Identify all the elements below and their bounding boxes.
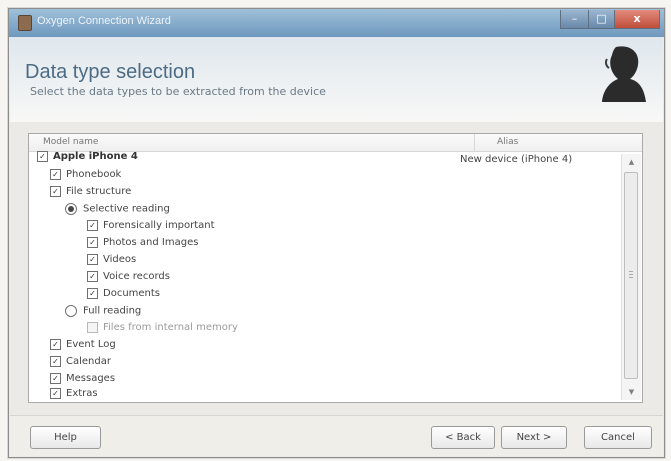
messages-label: Messages [66, 373, 116, 384]
list-item-event-log[interactable]: ✓ Event Log [50, 339, 116, 355]
checkbox-event-log[interactable]: ✓ [50, 339, 61, 350]
list-item-photos-and-images[interactable]: ✓ Photos and Images [87, 237, 198, 253]
selective-reading-label: Selective reading [83, 203, 170, 215]
list-item-selective-reading[interactable]: Selective reading [65, 203, 170, 219]
checkbox-forensically-important[interactable]: ✓ [87, 220, 98, 231]
list-item-forensically-important[interactable]: ✓ Forensically important [87, 220, 215, 236]
phonebook-label: Phonebook [66, 169, 122, 180]
minimize-button[interactable]: – [560, 10, 589, 29]
checkbox-files-from-internal-memory [87, 322, 98, 333]
full-reading-label: Full reading [83, 305, 142, 317]
grip-line [629, 274, 633, 275]
list-item-device[interactable]: ✓ Apple iPhone 4 [37, 151, 138, 167]
checkbox-phonebook[interactable]: ✓ [50, 169, 61, 180]
chevron-up-icon[interactable]: ▲ [622, 154, 641, 170]
oxygen-app-icon [18, 15, 32, 31]
alias-column[interactable]: Alias [497, 137, 518, 147]
scroll-thumb[interactable] [624, 172, 638, 379]
documents-label: Documents [103, 288, 161, 299]
chevron-down-icon[interactable]: ▼ [622, 384, 641, 400]
page-subtitle: Select the data types to be extracted fr… [30, 85, 326, 98]
cancel-button[interactable]: Cancel [584, 426, 652, 449]
device-alias[interactable]: New device (iPhone 4) [460, 154, 572, 165]
list-item-files-from-internal-memory: Files from internal memory [87, 322, 238, 338]
title-bar[interactable]: Oxygen Connection Wizard – □ x [9, 9, 664, 37]
checkbox-photos-and-images[interactable]: ✓ [87, 237, 98, 248]
list-item-messages[interactable]: ✓ Messages [50, 373, 115, 389]
list-item-full-reading[interactable]: Full reading [65, 305, 141, 321]
list-item-calendar[interactable]: ✓ Calendar [50, 356, 111, 372]
window-title: Oxygen Connection Wizard [37, 15, 171, 27]
list-scrollbar[interactable]: ▲ ▼ [621, 154, 641, 400]
checkbox-videos[interactable]: ✓ [87, 254, 98, 265]
wizard-footer: Help < Back Next > Cancel [10, 415, 663, 456]
calendar-label: Calendar [66, 356, 111, 367]
checkbox-messages[interactable]: ✓ [50, 373, 61, 384]
radio-selective-reading[interactable] [65, 203, 77, 215]
checkbox-voice-records[interactable]: ✓ [87, 271, 98, 282]
checkbox-file-structure[interactable]: ✓ [50, 186, 61, 197]
list-item-extras[interactable]: ✓ Extras [50, 388, 98, 400]
model-name-column[interactable]: Model name [43, 137, 98, 147]
list-item-voice-records[interactable]: ✓ Voice records [87, 271, 170, 287]
grip-line [629, 277, 633, 278]
close-button[interactable]: x [614, 10, 660, 29]
list-item-phonebook[interactable]: ✓ Phonebook [50, 169, 121, 185]
list-item-file-structure[interactable]: ✓ File structure [50, 186, 131, 202]
column-divider[interactable] [474, 134, 475, 151]
help-button[interactable]: Help [30, 426, 101, 449]
list-item-documents[interactable]: ✓ Documents [87, 288, 160, 304]
silhouette-logo-icon [602, 46, 646, 102]
checkbox-extras[interactable]: ✓ [50, 388, 61, 399]
wizard-window: Oxygen Connection Wizard – □ x Data type… [8, 8, 665, 458]
event-log-label: Event Log [66, 339, 116, 350]
next-button[interactable]: Next > [501, 426, 567, 449]
list-item-videos[interactable]: ✓ Videos [87, 254, 136, 270]
forensically-important-label: Forensically important [103, 220, 215, 231]
file-structure-label: File structure [66, 186, 132, 197]
files-from-internal-memory-label: Files from internal memory [103, 322, 238, 333]
device-name: Apple iPhone 4 [53, 151, 138, 162]
videos-label: Videos [103, 254, 137, 265]
grip-line [629, 271, 633, 272]
voice-records-label: Voice records [103, 271, 170, 282]
checkbox-documents[interactable]: ✓ [87, 288, 98, 299]
back-button[interactable]: < Back [431, 426, 495, 449]
wizard-header: Data type selection Select the data type… [10, 37, 663, 122]
page-title: Data type selection [25, 61, 196, 83]
list-column-header: Model name Alias [29, 134, 642, 152]
checkbox-device[interactable]: ✓ [37, 151, 48, 162]
checkbox-calendar[interactable]: ✓ [50, 356, 61, 367]
radio-full-reading[interactable] [65, 305, 77, 317]
extras-label: Extras [66, 388, 98, 399]
photos-and-images-label: Photos and Images [103, 237, 199, 248]
maximize-button[interactable]: □ [588, 10, 615, 29]
